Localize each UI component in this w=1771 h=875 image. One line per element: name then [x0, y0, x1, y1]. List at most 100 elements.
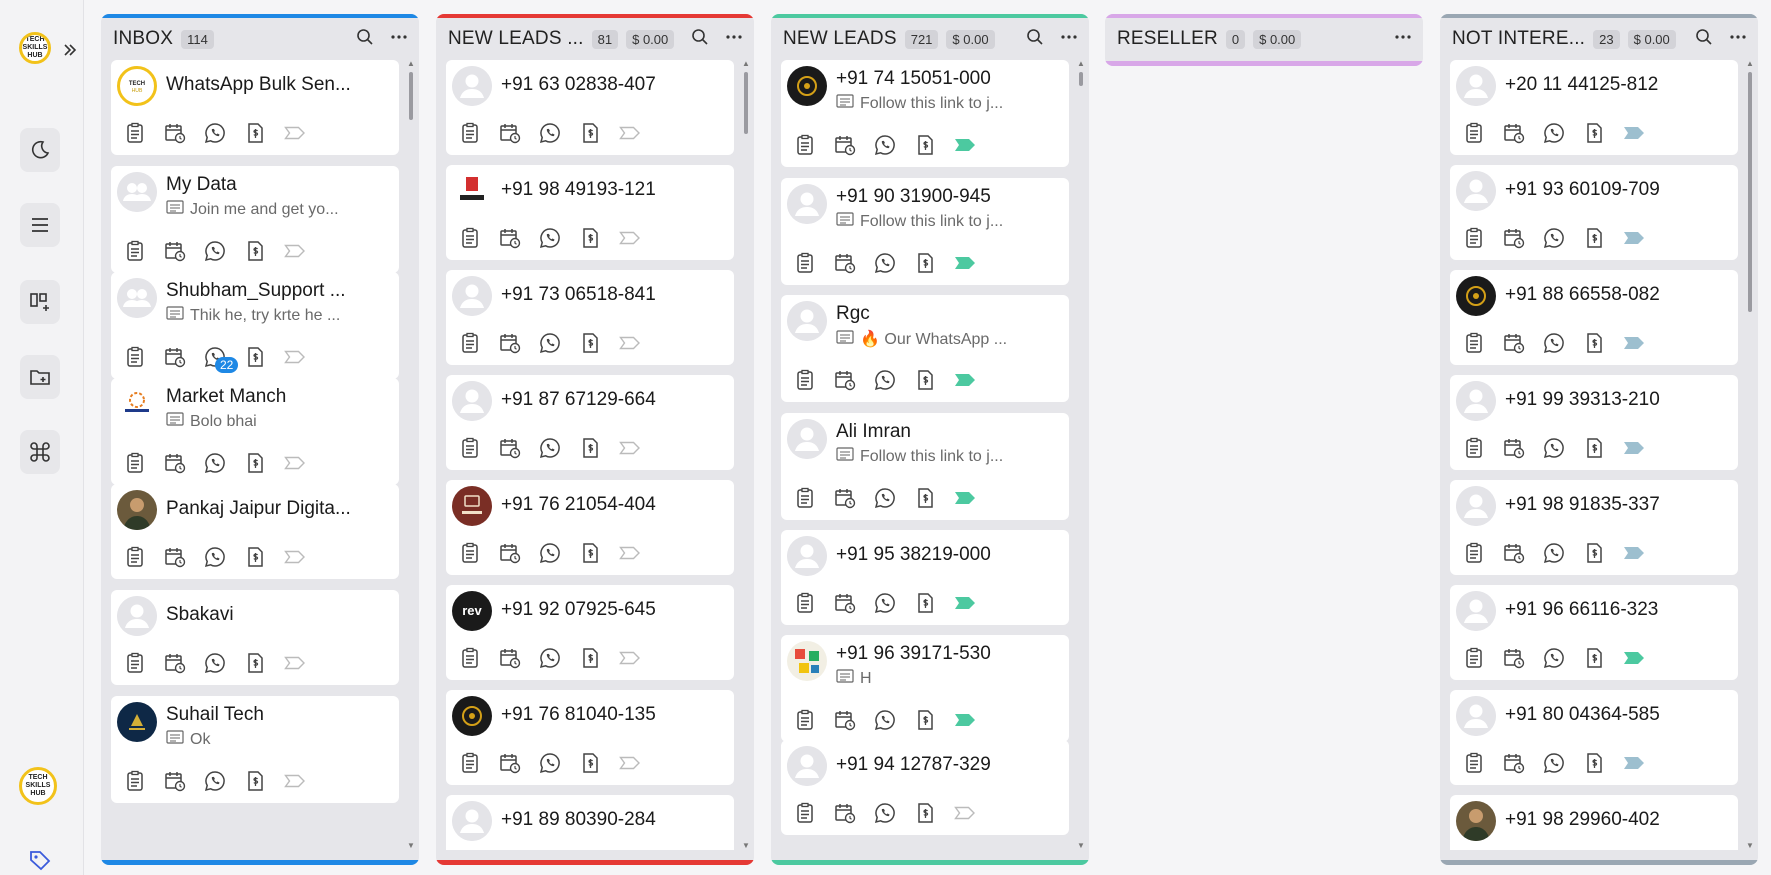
whatsapp-icon[interactable] — [1542, 121, 1566, 145]
notes-icon[interactable] — [123, 239, 147, 263]
lead-card[interactable]: +91 87 67129-664 — [446, 375, 734, 470]
lead-card[interactable]: +91 63 02838-407 — [446, 60, 734, 155]
schedule-icon[interactable] — [498, 121, 522, 145]
expand-sidebar-icon[interactable] — [62, 38, 78, 62]
tag-icon[interactable] — [618, 646, 642, 670]
deal-icon[interactable] — [913, 591, 937, 615]
schedule-icon[interactable] — [1502, 331, 1526, 355]
lead-card[interactable]: +91 93 60109-709 — [1450, 165, 1738, 260]
tag-icon[interactable] — [283, 545, 307, 569]
tag-icon[interactable] — [1622, 541, 1646, 565]
search-icon[interactable] — [1025, 27, 1045, 52]
lead-card[interactable]: +91 80 04364-585 — [1450, 690, 1738, 785]
schedule-icon[interactable] — [833, 486, 857, 510]
tag-icon[interactable] — [283, 651, 307, 675]
search-icon[interactable] — [1694, 27, 1714, 52]
notes-icon[interactable] — [123, 769, 147, 793]
lead-card[interactable]: Pankaj Jaipur Digita... — [111, 484, 399, 579]
lead-card[interactable]: +91 98 49193-121 — [446, 165, 734, 260]
whatsapp-icon[interactable] — [1542, 646, 1566, 670]
deal-icon[interactable] — [243, 651, 267, 675]
notes-icon[interactable] — [793, 368, 817, 392]
deal-icon[interactable] — [243, 121, 267, 145]
whatsapp-icon[interactable] — [873, 486, 897, 510]
schedule-icon[interactable] — [498, 646, 522, 670]
deal-icon[interactable] — [578, 226, 602, 250]
whatsapp-icon[interactable] — [873, 251, 897, 275]
whatsapp-icon[interactable] — [203, 239, 227, 263]
deal-icon[interactable] — [243, 451, 267, 475]
tag-icon[interactable] — [283, 239, 307, 263]
lead-card[interactable]: +91 95 38219-000 — [781, 530, 1069, 625]
lead-card[interactable]: Rgc 🔥 Our WhatsApp ... — [781, 295, 1069, 402]
more-options-icon[interactable] — [1393, 27, 1413, 52]
tag-icon[interactable] — [953, 486, 977, 510]
more-options-icon[interactable] — [389, 27, 409, 52]
deal-icon[interactable] — [1582, 751, 1606, 775]
schedule-icon[interactable] — [833, 708, 857, 732]
deal-icon[interactable] — [913, 368, 937, 392]
column-scrollbar[interactable]: ▲ ▼ — [1077, 60, 1085, 850]
more-options-icon[interactable] — [1728, 27, 1748, 52]
notes-icon[interactable] — [123, 451, 147, 475]
lead-card[interactable]: Shubham_Support ... Thik he, try krte he… — [111, 272, 399, 379]
schedule-icon[interactable] — [163, 545, 187, 569]
whatsapp-icon[interactable] — [538, 751, 562, 775]
lead-card[interactable]: +91 76 21054-404 — [446, 480, 734, 575]
notes-icon[interactable] — [123, 121, 147, 145]
notes-icon[interactable] — [1462, 646, 1486, 670]
notes-icon[interactable] — [1462, 226, 1486, 250]
tag-icon[interactable] — [1622, 331, 1646, 355]
whatsapp-icon[interactable] — [873, 368, 897, 392]
notes-icon[interactable] — [123, 545, 147, 569]
notes-icon[interactable] — [458, 331, 482, 355]
schedule-icon[interactable] — [833, 133, 857, 157]
notes-icon[interactable] — [458, 646, 482, 670]
notes-icon[interactable] — [1462, 436, 1486, 460]
deal-icon[interactable] — [243, 345, 267, 369]
notes-icon[interactable] — [458, 226, 482, 250]
schedule-icon[interactable] — [163, 239, 187, 263]
whatsapp-icon[interactable] — [538, 541, 562, 565]
deal-icon[interactable] — [578, 331, 602, 355]
lead-card[interactable]: +91 90 31900-945 Follow this link to j..… — [781, 178, 1069, 285]
whatsapp-icon[interactable] — [1542, 751, 1566, 775]
notes-icon[interactable] — [123, 345, 147, 369]
schedule-icon[interactable] — [498, 436, 522, 460]
brand-logo[interactable]: TECH SKILLS HUB — [19, 32, 51, 64]
tag-icon[interactable] — [953, 251, 977, 275]
schedule-icon[interactable] — [498, 541, 522, 565]
lead-card[interactable]: +91 98 29960-402 — [1450, 795, 1738, 850]
add-column-button[interactable] — [20, 280, 60, 324]
deal-icon[interactable] — [913, 708, 937, 732]
lead-card[interactable]: Suhail Tech Ok — [111, 696, 399, 803]
column-scrollbar[interactable]: ▲ ▼ — [742, 60, 750, 850]
whatsapp-icon[interactable] — [1542, 331, 1566, 355]
lead-card[interactable]: +91 89 80390-284 — [446, 795, 734, 850]
whatsapp-icon[interactable] — [538, 226, 562, 250]
schedule-icon[interactable] — [1502, 541, 1526, 565]
lead-card[interactable]: +91 74 15051-000 Follow this link to j..… — [781, 60, 1069, 167]
lead-card[interactable]: My Data Join me and get yo... — [111, 166, 399, 273]
whatsapp-icon[interactable] — [538, 331, 562, 355]
column-title[interactable]: RESELLER — [1117, 28, 1218, 50]
lead-card[interactable]: rev +91 92 07925-645 — [446, 585, 734, 680]
user-avatar[interactable]: TECH SKILLS HUB — [19, 767, 57, 805]
deal-icon[interactable] — [913, 133, 937, 157]
lead-card[interactable]: TECH HUB WhatsApp Bulk Sen... — [111, 60, 399, 155]
whatsapp-icon[interactable] — [873, 133, 897, 157]
notes-icon[interactable] — [458, 121, 482, 145]
whatsapp-icon[interactable] — [873, 591, 897, 615]
notes-icon[interactable] — [1462, 751, 1486, 775]
column-title[interactable]: NOT INTERE... — [1452, 28, 1585, 50]
tag-icon[interactable] — [618, 751, 642, 775]
tag-icon[interactable] — [618, 331, 642, 355]
whatsapp-icon[interactable] — [873, 801, 897, 825]
lead-card[interactable]: +91 88 66558-082 — [1450, 270, 1738, 365]
search-icon[interactable] — [355, 27, 375, 52]
search-icon[interactable] — [690, 27, 710, 52]
deal-icon[interactable] — [1582, 331, 1606, 355]
notes-icon[interactable] — [458, 541, 482, 565]
notes-icon[interactable] — [793, 801, 817, 825]
deal-icon[interactable] — [1582, 226, 1606, 250]
